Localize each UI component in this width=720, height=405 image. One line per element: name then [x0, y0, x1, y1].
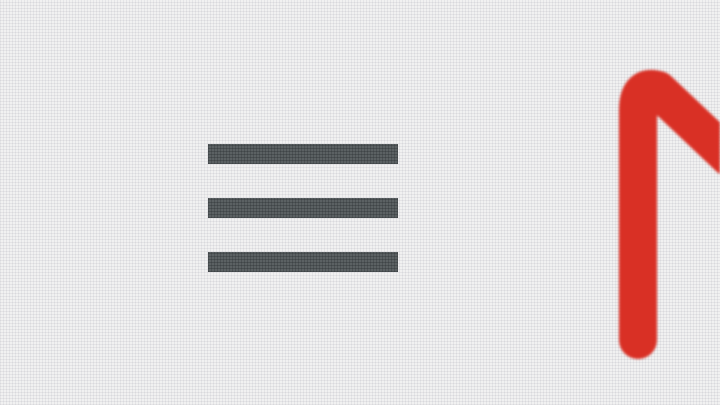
gmail-m-logo-icon	[619, 70, 720, 359]
gmail-logo[interactable]	[600, 40, 720, 360]
menu-icon-bar-middle	[208, 198, 398, 218]
main-menu-button[interactable]	[190, 128, 416, 290]
menu-icon-bar-bottom	[208, 252, 398, 272]
menu-icon-bar-top	[208, 144, 398, 164]
app-header	[0, 0, 720, 405]
hamburger-menu-icon	[208, 144, 398, 272]
